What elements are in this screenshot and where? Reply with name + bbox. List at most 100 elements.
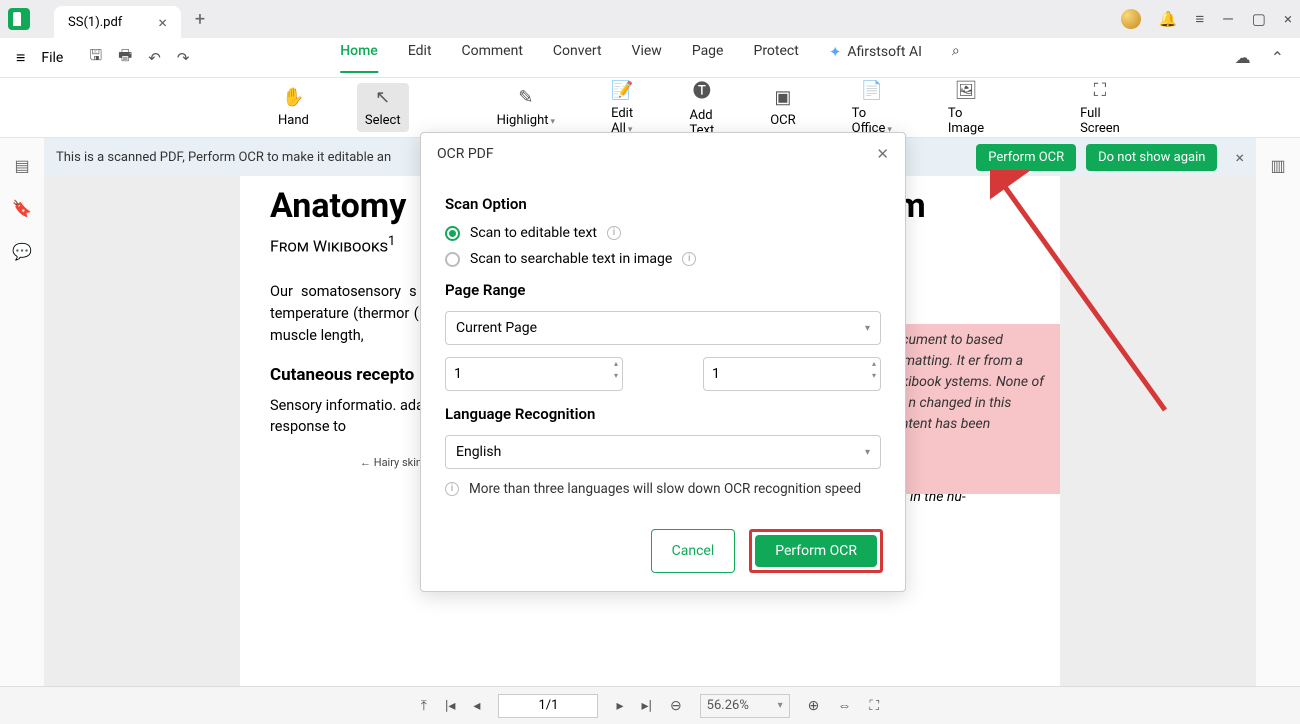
radio-icon: [445, 226, 460, 241]
scan-searchable-radio[interactable]: Scan to searchable text in image i: [445, 251, 881, 267]
new-tab-button[interactable]: +: [195, 9, 205, 30]
last-page-icon[interactable]: ▸|: [641, 698, 651, 714]
chevron-down-icon: ▾: [551, 117, 556, 127]
perform-ocr-banner-button[interactable]: Perform OCR: [976, 144, 1076, 171]
select-tool[interactable]: ↖Select: [357, 83, 409, 132]
chevron-down-icon: ▾: [865, 447, 870, 458]
edit-all-tool[interactable]: 📝Edit All▾: [603, 76, 641, 140]
page-range-select[interactable]: Current Page ▾: [445, 311, 881, 345]
chevron-down-icon[interactable]: ▾: [614, 372, 618, 380]
chevron-up-icon[interactable]: ▴: [872, 360, 876, 368]
to-office-tool[interactable]: 📄To Office▾: [844, 76, 900, 140]
cloud-icon[interactable]: ☁: [1235, 48, 1251, 67]
notice-text: This is a scanned PDF, Perform OCR to ma…: [56, 150, 391, 165]
page-number-input[interactable]: [498, 694, 598, 718]
dialog-header: OCR PDF ✕: [421, 133, 905, 175]
full-screen-tool[interactable]: ⛶Full Screen: [1072, 76, 1128, 140]
main-tabs: Home Edit Comment Convert View Page Prot…: [340, 43, 960, 73]
file-menu[interactable]: File: [41, 50, 63, 66]
menubar: ≡ File 🖫 🖶 ↶ ↷ Home Edit Comment Convert…: [0, 38, 1300, 78]
scan-editable-radio[interactable]: Scan to editable text i: [445, 225, 881, 241]
properties-icon[interactable]: ▥: [1270, 156, 1285, 175]
save-icon[interactable]: 🖫: [89, 45, 102, 70]
fit-page-icon[interactable]: ⛶: [869, 698, 879, 714]
zoom-select[interactable]: 56.26%▾: [700, 694, 790, 718]
chevron-up-icon[interactable]: ▴: [614, 360, 618, 368]
right-sidebar: ▥: [1256, 138, 1300, 686]
page-from-input[interactable]: 1 ▴▾: [445, 357, 623, 391]
ocr-icon: ▣: [774, 87, 791, 108]
app-logo: [8, 8, 30, 30]
tab-protect[interactable]: Protect: [753, 43, 798, 73]
search-icon[interactable]: ⌕: [952, 43, 960, 73]
cancel-button[interactable]: Cancel: [651, 529, 736, 573]
ocr-tool[interactable]: ▣OCR: [762, 83, 803, 132]
tab-home[interactable]: Home: [340, 43, 378, 73]
close-notice-icon[interactable]: ×: [1235, 148, 1244, 167]
left-sidebar: ▤ 🔖 💬: [0, 138, 44, 686]
info-icon: i: [445, 482, 459, 496]
tab-page[interactable]: Page: [692, 43, 724, 73]
undo-icon[interactable]: ↶: [148, 49, 161, 67]
close-dialog-icon[interactable]: ✕: [876, 145, 889, 163]
statusbar: ⤒ |◂ ◂ ▸ ▸| ⊖ 56.26%▾ ⊕ ⇔ ⛶: [0, 686, 1300, 724]
scroll-top-icon[interactable]: ⤒: [421, 698, 427, 714]
maximize-icon[interactable]: ▢: [1252, 10, 1266, 28]
zoom-in-icon[interactable]: ⊕: [808, 698, 820, 714]
comment-panel-icon[interactable]: 💬: [12, 242, 32, 261]
chevron-down-icon: ▾: [865, 323, 870, 334]
redo-icon[interactable]: ↷: [177, 49, 190, 67]
tab-view[interactable]: View: [632, 43, 662, 73]
page-range-label: Page Range: [445, 281, 881, 299]
cursor-icon: ↖: [375, 87, 390, 108]
chevron-down-icon: ▾: [778, 700, 783, 711]
titlebar-controls: 🔔 ≡ — ▢ ×: [1121, 9, 1292, 29]
highlight-tool[interactable]: ✎Highlight▾: [489, 83, 563, 132]
close-window-icon[interactable]: ×: [1284, 10, 1292, 28]
zoom-out-icon[interactable]: ⊖: [670, 698, 682, 714]
thumbnail-icon[interactable]: ▤: [14, 156, 29, 175]
text-icon: 🅣: [693, 77, 711, 103]
fit-width-icon[interactable]: ⇔: [837, 697, 851, 714]
minimize-icon[interactable]: —: [1222, 10, 1234, 28]
image-icon: 🖼: [955, 80, 978, 101]
edit-icon: 📝: [611, 80, 633, 101]
info-icon[interactable]: i: [607, 226, 621, 240]
titlebar: SS(1).pdf × + 🔔 ≡ — ▢ ×: [0, 0, 1300, 38]
chevron-down-icon[interactable]: ▾: [872, 372, 876, 380]
to-image-tool[interactable]: 🖼To Image: [940, 76, 992, 140]
tab-title: SS(1).pdf: [68, 15, 122, 30]
language-hint: i More than three languages will slow do…: [445, 481, 881, 497]
prev-page-icon[interactable]: ◂: [473, 698, 480, 714]
ocr-dialog: OCR PDF ✕ Scan Option Scan to editable t…: [420, 132, 906, 592]
first-page-icon[interactable]: |◂: [445, 698, 455, 714]
perform-ocr-button[interactable]: Perform OCR: [755, 535, 877, 567]
bookmark-icon[interactable]: 🔖: [12, 199, 32, 218]
hamburger-icon[interactable]: ≡: [16, 48, 25, 68]
office-icon: 📄: [861, 80, 883, 101]
next-page-icon[interactable]: ▸: [616, 698, 623, 714]
menu-icon[interactable]: ≡: [1195, 10, 1204, 28]
close-tab-icon[interactable]: ×: [158, 13, 167, 32]
tab-edit[interactable]: Edit: [408, 43, 432, 73]
hand-tool[interactable]: ✋Hand: [270, 83, 317, 132]
print-icon[interactable]: 🖶: [118, 45, 132, 70]
fullscreen-icon: ⛶: [1094, 80, 1107, 101]
tab-comment[interactable]: Comment: [462, 43, 523, 73]
scan-option-label: Scan Option: [445, 195, 881, 213]
document-tab[interactable]: SS(1).pdf ×: [54, 6, 181, 38]
highlighter-icon: ✎: [518, 87, 533, 108]
radio-icon: [445, 252, 460, 267]
dismiss-banner-button[interactable]: Do not show again: [1086, 144, 1217, 171]
dialog-footer: Cancel Perform OCR: [421, 515, 905, 591]
info-icon[interactable]: i: [682, 252, 696, 266]
collapse-ribbon-icon[interactable]: ⌃: [1271, 48, 1284, 67]
avatar[interactable]: [1121, 9, 1141, 29]
highlight-annotation: Perform OCR: [749, 529, 883, 573]
page-to-input[interactable]: 1 ▴▾: [703, 357, 881, 391]
language-select[interactable]: English ▾: [445, 435, 881, 469]
ai-button[interactable]: ✦Afirstsoft AI: [829, 43, 922, 73]
dialog-title: OCR PDF: [437, 146, 494, 162]
tab-convert[interactable]: Convert: [553, 43, 602, 73]
notification-icon[interactable]: 🔔: [1159, 10, 1178, 28]
